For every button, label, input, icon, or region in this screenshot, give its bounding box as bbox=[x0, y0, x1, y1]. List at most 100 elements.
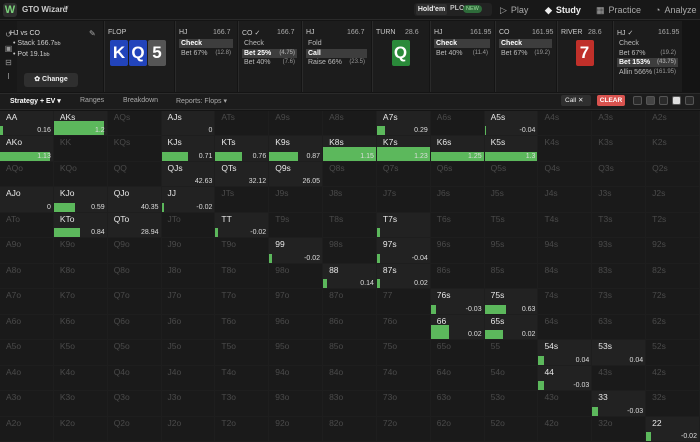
hand-label: A7o bbox=[6, 290, 22, 301]
hand-cell: 93s bbox=[592, 238, 647, 264]
hand-cell[interactable]: 66 0.02 bbox=[430, 314, 485, 341]
top-bar: W GTO Wizard ∨ Hold'em PLO NEW ▷ Play ◆ Stu… bbox=[0, 0, 700, 20]
action-bet-67-[interactable]: Bet 67% (19.2) bbox=[617, 49, 678, 58]
hand-label: 44 bbox=[544, 366, 554, 377]
hand-label: T6s bbox=[436, 213, 451, 224]
hand-label: Q4s bbox=[544, 162, 561, 173]
hand-label: K9s bbox=[275, 137, 290, 148]
hand-cell[interactable]: KJs 0.71 bbox=[161, 136, 216, 162]
nav-play[interactable]: ▷ Play bbox=[500, 0, 528, 20]
nav-study[interactable]: ◆ Study bbox=[545, 0, 581, 20]
save-icon[interactable]: ▣ bbox=[4, 44, 13, 53]
hand-cell[interactable]: AKs 1.2 bbox=[53, 111, 108, 137]
game-holdem-button[interactable]: Hold'em bbox=[416, 4, 447, 15]
hand-label: A7s bbox=[382, 112, 398, 122]
tab-breakdown[interactable]: Breakdown bbox=[123, 97, 158, 104]
view-icon-1[interactable] bbox=[633, 96, 642, 105]
view-icon-2[interactable] bbox=[646, 96, 655, 105]
action-allin-566-[interactable]: Allin 566% (161.95) bbox=[617, 68, 678, 77]
hand-cell[interactable]: 88 0.14 bbox=[323, 263, 377, 290]
hand-label: AJs bbox=[167, 112, 182, 122]
action-bet-67-[interactable]: Bet 67% (12.8) bbox=[179, 49, 233, 58]
hand-label: J2o bbox=[167, 417, 182, 428]
clear-button[interactable]: CLEAR bbox=[597, 95, 625, 106]
tab-reports-flops[interactable]: Reports: Flops ▾ bbox=[176, 97, 227, 105]
hand-cell[interactable]: AA 0.16 bbox=[0, 111, 54, 137]
hand-cell[interactable]: K7s 1.23 bbox=[376, 136, 431, 162]
strategy-bar bbox=[215, 151, 242, 161]
hand-cell[interactable]: 22 -0.02 bbox=[646, 416, 700, 442]
hand-cell[interactable]: 97s -0.04 bbox=[376, 238, 431, 264]
hand-cell[interactable]: 65s 0.02 bbox=[484, 314, 539, 341]
hand-cell[interactable]: QTo 28.94 bbox=[107, 212, 162, 239]
hand-cell[interactable]: 87s 0.02 bbox=[376, 263, 431, 290]
hand-cell[interactable]: KJo 0.59 bbox=[53, 187, 108, 213]
action-bet-40-[interactable]: Bet 40% (11.4) bbox=[434, 49, 490, 58]
view-icon-3[interactable] bbox=[659, 96, 668, 105]
hand-cell[interactable]: 75s 0.63 bbox=[484, 289, 539, 315]
aggregate-icon[interactable]: ⊟ bbox=[4, 58, 13, 67]
action-check[interactable]: Check bbox=[617, 39, 678, 48]
hand-cell[interactable]: K9s 0.87 bbox=[269, 136, 324, 162]
hand-cell[interactable]: 53s 0.04 bbox=[592, 340, 647, 366]
action-check[interactable]: Check bbox=[242, 39, 297, 48]
action-bet-40-[interactable]: Bet 40% (7.6) bbox=[242, 58, 297, 67]
text-cursor-icon[interactable]: I bbox=[4, 72, 13, 81]
hand-cell[interactable]: A5s -0.04 bbox=[484, 111, 539, 137]
action-check[interactable]: Check bbox=[179, 39, 233, 48]
action-fold[interactable]: Fold bbox=[306, 39, 367, 48]
app-name[interactable]: GTO Wizard bbox=[22, 5, 68, 14]
filter-chip-call[interactable]: Call ✕ bbox=[561, 95, 591, 106]
hand-cell[interactable]: K6s 1.25 bbox=[430, 136, 485, 162]
action-call[interactable]: Call bbox=[306, 48, 367, 58]
action-check[interactable]: Check bbox=[434, 39, 490, 48]
hand-label: J2s bbox=[652, 188, 666, 199]
view-icon-5[interactable] bbox=[685, 96, 694, 105]
hand-cell[interactable]: QJo 40.35 bbox=[107, 187, 162, 213]
action-bet-67-[interactable]: Bet 67% (19.2) bbox=[499, 49, 552, 58]
hand-cell[interactable]: 99 -0.02 bbox=[269, 238, 324, 264]
tab-strategy-ev[interactable]: Strategy + EV ▾ bbox=[10, 97, 61, 105]
hand-cell[interactable]: QJs 42.63 bbox=[161, 161, 216, 188]
panel-header: TURN bbox=[376, 29, 396, 36]
edit-icon[interactable]: ✎ bbox=[89, 29, 96, 38]
nav-practice[interactable]: ▦ Practice bbox=[596, 0, 641, 20]
hand-cell[interactable]: TT -0.02 bbox=[215, 212, 270, 239]
panel-stack: 166.7 bbox=[347, 29, 365, 36]
action-check[interactable]: Check bbox=[499, 39, 552, 48]
hand-label: 74o bbox=[382, 366, 398, 377]
hand-label: 64s bbox=[544, 315, 559, 326]
hand-label: A8s bbox=[329, 112, 344, 122]
hand-cell: K4o bbox=[53, 365, 108, 392]
hand-label: 95s bbox=[490, 239, 505, 250]
hand-cell[interactable]: AKo 1.13 bbox=[0, 136, 54, 162]
hand-cell[interactable]: AJs 0 bbox=[161, 111, 216, 137]
hand-cell: J7o bbox=[161, 289, 216, 315]
hand-cell: J5s bbox=[484, 187, 539, 213]
hand-cell[interactable]: JJ -0.02 bbox=[161, 187, 216, 213]
hand-cell[interactable]: 76s -0.03 bbox=[430, 289, 485, 315]
hand-cell[interactable]: K5s 1.3 bbox=[484, 136, 539, 162]
hand-cell[interactable]: AJo 0 bbox=[0, 187, 54, 213]
tab-ranges[interactable]: Ranges bbox=[80, 97, 104, 104]
action-raise-66-[interactable]: Raise 66% (23.5) bbox=[306, 58, 367, 67]
hand-cell[interactable]: KTs 0.76 bbox=[215, 136, 270, 162]
hand-cell[interactable]: 44 -0.03 bbox=[538, 365, 593, 392]
hand-cell[interactable]: KTo 0.84 bbox=[53, 212, 108, 239]
hand-cell[interactable]: QTs 32.12 bbox=[215, 161, 270, 188]
action-bet-153-[interactable]: Bet 153% (43.75) bbox=[617, 58, 678, 67]
nav-analyze[interactable]: ◔ Analyze bbox=[655, 0, 696, 20]
hand-label: K5s bbox=[490, 137, 506, 148]
chevron-down-icon[interactable]: ∨ bbox=[63, 3, 70, 14]
hand-label: A3o bbox=[6, 392, 22, 403]
action-bet-25-[interactable]: Bet 25% (4.75) bbox=[242, 48, 297, 58]
view-icon-4[interactable] bbox=[672, 96, 681, 105]
hand-cell[interactable]: T7s bbox=[376, 212, 431, 239]
hand-cell[interactable]: Q9s 26.05 bbox=[269, 161, 324, 188]
action-label: Raise 66% bbox=[308, 59, 342, 66]
hand-cell[interactable]: K8s 1.15 bbox=[323, 136, 377, 162]
hand-cell[interactable]: A7s 0.29 bbox=[376, 111, 431, 137]
hand-cell[interactable]: 33 -0.03 bbox=[592, 391, 647, 417]
hand-cell[interactable]: 54s 0.04 bbox=[538, 340, 593, 366]
change-spot-button[interactable]: ✿ Change bbox=[24, 73, 78, 87]
